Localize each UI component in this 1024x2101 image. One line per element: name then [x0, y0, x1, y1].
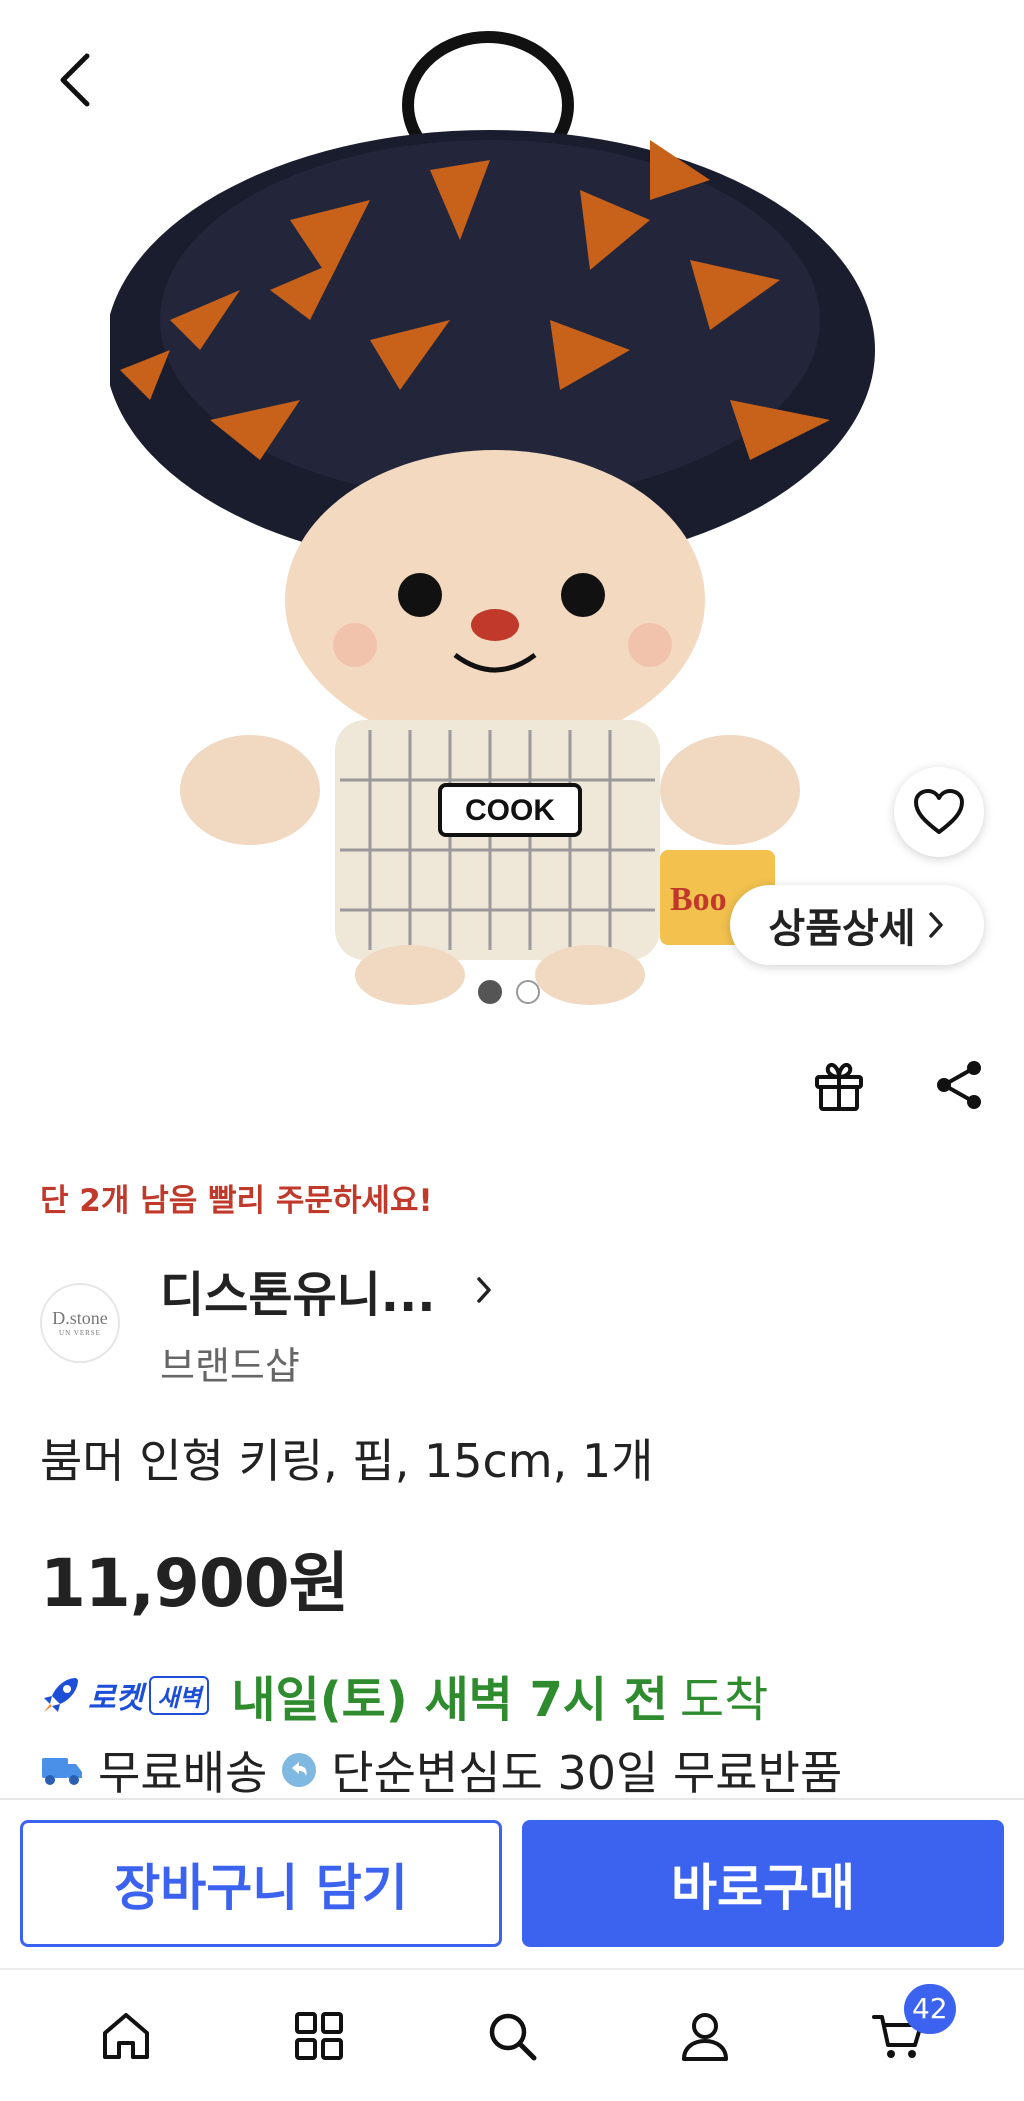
- gift-button[interactable]: [804, 1050, 874, 1120]
- chevron-right-icon: [476, 1277, 491, 1303]
- gift-icon: [815, 1062, 863, 1111]
- carousel-dot[interactable]: [516, 980, 540, 1004]
- tab-search[interactable]: [472, 1996, 552, 2076]
- brand-logo: D.stone UN VERSE: [40, 1282, 120, 1363]
- arrival-suffix: 도착: [679, 1672, 769, 1728]
- return-icon: [282, 1753, 317, 1787]
- stock-alert: 단 2개 남음 빨리 주문하세요!: [40, 1183, 433, 1219]
- purchase-bar: 장바구니 담기 바로구매: [0, 1798, 1024, 1968]
- rocket-dawn-badge: 로켓 새벽: [40, 1673, 210, 1717]
- apron-print-text: COOK: [465, 794, 555, 827]
- bottom-tab-bar: 42: [0, 1968, 1024, 2101]
- free-shipping-label: 무료배송: [98, 1746, 268, 1800]
- brand-logo-subtext: UN VERSE: [59, 1329, 101, 1337]
- product-image-carousel[interactable]: COOK Boo 상품상세: [0, 0, 1024, 1040]
- carousel-dot-active[interactable]: [478, 980, 502, 1004]
- product-title: 붐머 인형 키링, 핍, 15cm, 1개: [40, 1434, 654, 1488]
- wishlist-button[interactable]: [894, 767, 984, 857]
- tab-cart[interactable]: 42: [858, 1983, 956, 2076]
- back-button[interactable]: [40, 45, 110, 115]
- brand-shop-link[interactable]: D.stone UN VERSE 디스톤유니... 브랜드샵: [40, 1255, 494, 1390]
- carousel-indicator: [478, 980, 540, 1004]
- delivery-info: 로켓 새벽 내일(토) 새벽 7시 전 도착: [40, 1660, 768, 1730]
- product-image: COOK Boo: [110, 31, 875, 1005]
- brand-logo-text: D.stone: [52, 1308, 108, 1328]
- product-actions: [804, 1050, 994, 1120]
- chevron-right-icon: [928, 912, 943, 938]
- search-icon: [489, 2013, 537, 2060]
- heart-icon: [914, 789, 964, 834]
- share-icon: [937, 1061, 981, 1109]
- tab-home[interactable]: [86, 1996, 166, 2076]
- home-icon: [103, 2012, 150, 2059]
- brand-name: 디스톤유니...: [160, 1267, 436, 1323]
- cart-count-badge: 42: [903, 1983, 956, 2034]
- product-detail-button[interactable]: 상품상세: [730, 885, 984, 965]
- chevron-left-icon: [60, 53, 90, 107]
- rocket-label: 로켓: [88, 1681, 144, 1716]
- buy-now-button[interactable]: 바로구매: [522, 1820, 1004, 1947]
- return-policy-label: 단순변심도 30일 무료반품: [331, 1746, 843, 1800]
- rocket-icon: [44, 1678, 78, 1712]
- share-button[interactable]: [924, 1050, 994, 1120]
- profile-icon: [681, 2012, 728, 2061]
- tab-profile[interactable]: [665, 1996, 745, 2076]
- brand-subtitle: 브랜드샵: [160, 1344, 300, 1388]
- categories-icon: [295, 2011, 344, 2060]
- shipping-info: 무료배송 단순변심도 30일 무료반품: [40, 1740, 842, 1800]
- arrival-time: 내일(토) 새벽 7시 전: [231, 1672, 668, 1728]
- product-detail-label: 상품상세: [768, 906, 916, 952]
- book-print-text: Boo: [670, 881, 727, 918]
- product-price: 11,900원: [40, 1545, 349, 1622]
- tab-categories[interactable]: [279, 1996, 359, 2076]
- add-to-cart-button[interactable]: 장바구니 담기: [20, 1820, 502, 1947]
- truck-icon: [42, 1758, 82, 1785]
- dawn-label: 새벽: [149, 1675, 210, 1715]
